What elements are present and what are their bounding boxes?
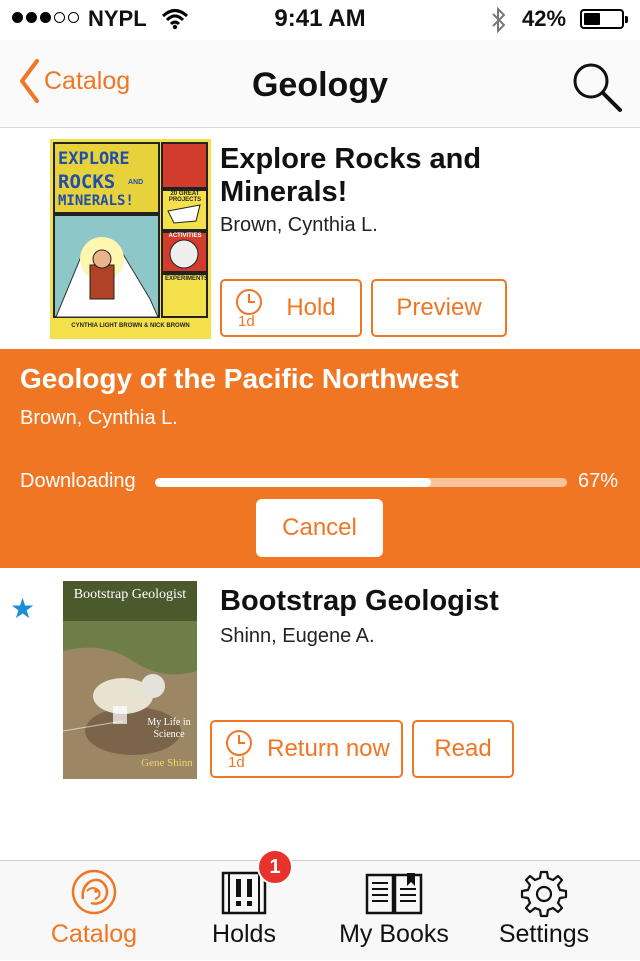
downloading-book-title: Geology of the Pacific Northwest: [20, 363, 459, 394]
hold-button-label: Hold: [286, 294, 336, 321]
navigation-bar: Catalog Geology: [0, 40, 640, 128]
page-title: Geology: [251, 66, 389, 104]
tab-catalog[interactable]: Catalog: [14, 861, 174, 961]
tab-catalog-label: Catalog: [50, 920, 138, 948]
cover-title-line2: ROCKS: [58, 171, 116, 193]
downloading-book-row: Geology of the Pacific Northwest Brown, …: [0, 349, 640, 568]
tab-settings-label: Settings: [498, 920, 590, 948]
tab-bar: Catalog Holds My Books Settings: [0, 860, 640, 960]
cover-title-and: AND: [128, 179, 144, 186]
hold-time-remaining: 1d: [238, 313, 255, 330]
return-now-button-label: Return now: [267, 735, 390, 762]
clock-icon: 1d: [224, 728, 254, 771]
cover-author: Gene Shinn: [141, 757, 193, 769]
book-author: Brown, Cynthia L.: [220, 214, 378, 236]
cancel-download-button[interactable]: Cancel: [256, 499, 383, 557]
download-progress-fill: [155, 478, 432, 487]
cover-title: Bootstrap Geologist: [73, 587, 187, 602]
gear-icon: [520, 870, 568, 918]
lion-logo-icon: [71, 869, 117, 915]
book-row[interactable]: EXPLORE ROCKS AND MINERALS! 20 GREAT PRO…: [0, 128, 640, 349]
holds-badge: 1: [257, 849, 293, 885]
download-status-label: Downloading: [20, 470, 136, 492]
tab-my-books-label: My Books: [339, 920, 449, 948]
hold-button[interactable]: 1d Hold: [220, 279, 362, 337]
cancel-button-label: Cancel: [282, 514, 357, 541]
bluetooth-icon: [492, 7, 506, 33]
download-progress-percent: 67%: [578, 470, 619, 492]
cover-side-label-1: 20 GREAT PROJECTS: [168, 191, 202, 203]
download-progress-bar: [155, 478, 567, 487]
downloading-book-author: Brown, Cynthia L.: [20, 407, 178, 429]
search-icon[interactable]: [570, 60, 624, 114]
cover-byline: CYNTHIA LIGHT BROWN & NICK BROWN: [71, 323, 190, 329]
book-title: Explore Rocks and Minerals!: [220, 143, 482, 208]
cover-side-label-3: EXPERIMENTS: [165, 276, 209, 282]
book-title: Bootstrap Geologist: [220, 585, 499, 617]
book-cover: Bootstrap Geologist My Life in Science G…: [63, 581, 197, 779]
preview-button[interactable]: Preview: [371, 279, 507, 337]
book-cover: EXPLORE ROCKS AND MINERALS! 20 GREAT PRO…: [50, 139, 211, 339]
read-button[interactable]: Read: [412, 720, 514, 778]
read-button-label: Read: [434, 735, 492, 762]
book-author: Shinn, Eugene A.: [220, 625, 375, 647]
tab-holds[interactable]: Holds: [164, 861, 324, 961]
tab-holds-label: Holds: [212, 920, 276, 948]
battery-percent: 42%: [522, 6, 567, 31]
cover-title-line1: EXPLORE: [58, 149, 130, 169]
tab-settings[interactable]: Settings: [464, 861, 624, 961]
book-row[interactable]: Bootstrap Geologist My Life in Science G…: [0, 568, 640, 790]
cover-side-label-2: ACTIVITIES: [168, 233, 202, 239]
clock-icon: 1d: [234, 287, 264, 330]
cover-title-line3: MINERALS!: [58, 193, 134, 209]
tab-my-books[interactable]: My Books: [314, 861, 474, 961]
battery-icon: [580, 9, 628, 29]
return-now-button[interactable]: 1d Return now: [210, 720, 403, 778]
status-bar: NYPL 9:41 AM 42%: [0, 0, 640, 40]
open-book-icon: [365, 873, 423, 915]
cover-subtitle: My Life in Science: [147, 717, 191, 740]
preview-button-label: Preview: [396, 294, 482, 321]
loan-time-remaining: 1d: [228, 754, 245, 771]
